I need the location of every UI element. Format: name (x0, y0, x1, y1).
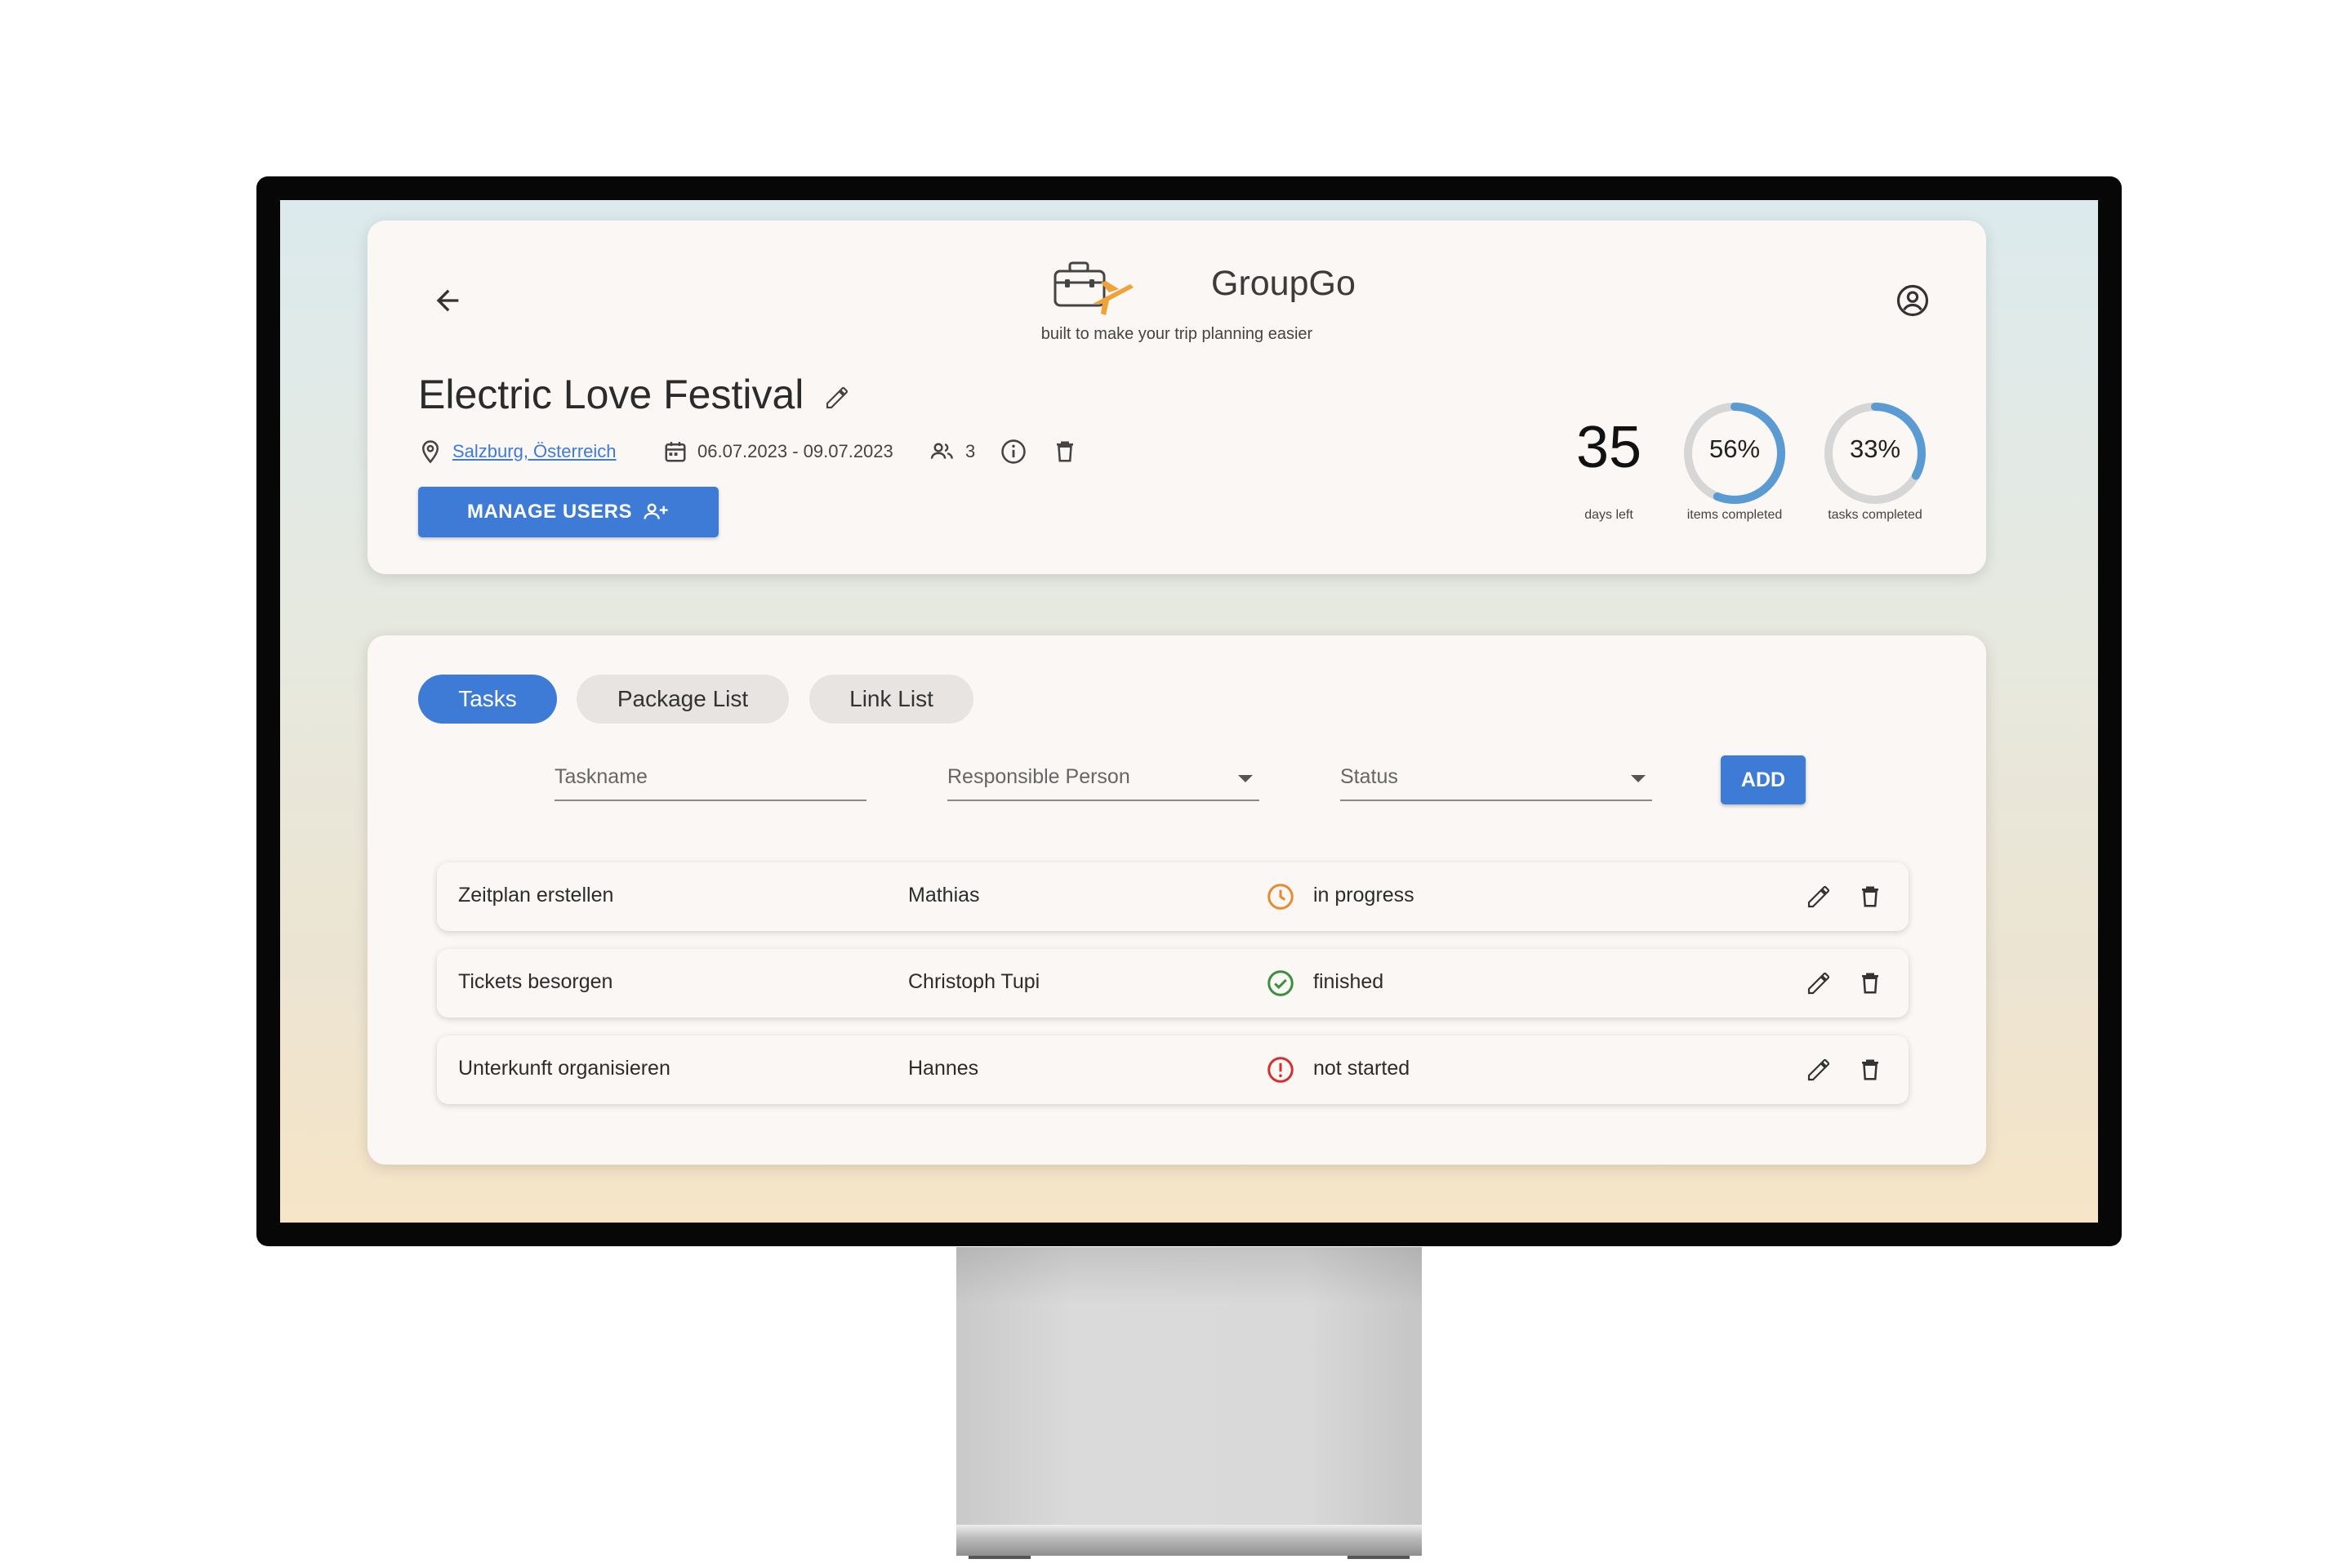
participants-count: 3 (965, 441, 976, 461)
check-circle-icon (1267, 970, 1294, 996)
info-icon (1001, 439, 1026, 464)
items-completed-label: items completed (1686, 508, 1783, 522)
account-button[interactable] (1890, 278, 1936, 323)
delete-task-button[interactable] (1854, 1054, 1886, 1086)
tab-package-list[interactable]: Package List (577, 675, 789, 724)
trash-icon (1057, 441, 1073, 462)
status-select[interactable]: Status (1340, 755, 1652, 801)
pencil-icon (1807, 972, 1830, 995)
monitor-stand-base (956, 1525, 1422, 1556)
calendar-icon (665, 442, 686, 462)
days-left-label: days left (1584, 508, 1633, 522)
task-name: Unterkunft organisieren (458, 1057, 670, 1080)
task-row: Zeitplan erstellen Mathias in progress (437, 862, 1909, 931)
items-completed-value: 56% (1708, 434, 1761, 463)
pencil-icon (826, 386, 849, 409)
delete-task-button[interactable] (1854, 880, 1886, 913)
trash-icon (1862, 973, 1878, 994)
edit-task-button[interactable] (1802, 880, 1835, 913)
task-row: Unterkunft organisieren Hannes not start… (437, 1036, 1909, 1104)
info-button[interactable] (997, 435, 1030, 468)
task-status: not started (1313, 1057, 1410, 1080)
alert-circle-icon (1267, 1057, 1294, 1083)
caret-down-icon (1631, 775, 1646, 782)
dates-text: 06.07.2023 - 09.07.2023 (697, 441, 893, 461)
delete-task-button[interactable] (1854, 967, 1886, 1000)
arrow-left-icon (436, 289, 459, 312)
app-name: GroupGo (1211, 264, 1356, 303)
trip-location: Salzburg, Österreich (418, 435, 617, 468)
suitcase-plane-icon (1054, 261, 1134, 315)
edit-task-button[interactable] (1802, 967, 1835, 1000)
pencil-icon (1807, 885, 1830, 908)
delete-trip-button[interactable] (1049, 435, 1081, 468)
people-icon (930, 443, 953, 459)
pencil-icon (1807, 1058, 1830, 1081)
taskname-placeholder: Taskname (555, 765, 648, 788)
app-screen: GroupGo built to make your trip planning… (280, 200, 2098, 1223)
tab-link-list[interactable]: Link List (809, 675, 973, 724)
task-name: Zeitplan erstellen (458, 884, 614, 906)
account-circle-icon (1896, 284, 1929, 317)
task-person: Christoph Tupi (908, 970, 1040, 993)
location-pin-icon (421, 440, 439, 464)
app-tagline: built to make your trip planning easier (1040, 325, 1313, 343)
trip-participants: 3 (929, 435, 975, 468)
task-status: in progress (1313, 884, 1414, 906)
tasks-completed-value: 33% (1849, 434, 1901, 463)
add-task-button[interactable]: ADD (1721, 755, 1806, 804)
status-placeholder: Status (1340, 765, 1398, 788)
trash-icon (1862, 886, 1878, 907)
trash-icon (1862, 1059, 1878, 1080)
days-left-value: 35 (1575, 415, 1642, 480)
responsible-person-select[interactable]: Responsible Person (947, 755, 1259, 801)
task-status: finished (1313, 970, 1384, 993)
task-person: Hannes (908, 1057, 979, 1080)
back-button[interactable] (425, 278, 470, 323)
trip-header-card: GroupGo built to make your trip planning… (368, 220, 1986, 574)
tab-label: Package List (617, 686, 749, 711)
edit-task-button[interactable] (1802, 1054, 1835, 1086)
monitor-foot-left (969, 1556, 1031, 1559)
tab-tasks[interactable]: Tasks (418, 675, 557, 724)
add-person-icon (644, 503, 668, 519)
tasks-completed-label: tasks completed (1828, 508, 1922, 522)
trip-dates: 06.07.2023 - 09.07.2023 (663, 435, 893, 468)
monitor-stand (956, 1247, 1422, 1533)
trip-title: Electric Love Festival (418, 372, 804, 417)
edit-title-button[interactable] (821, 381, 853, 414)
manage-users-button[interactable]: MANAGE USERS (418, 487, 719, 537)
caret-down-icon (1238, 775, 1253, 782)
manage-users-label: MANAGE USERS (466, 501, 633, 523)
task-name: Tickets besorgen (458, 970, 613, 993)
location-link[interactable]: Salzburg, Österreich (452, 441, 617, 462)
responsible-person-placeholder: Responsible Person (947, 765, 1130, 788)
monitor-foot-right (1348, 1556, 1410, 1559)
tab-label: Tasks (458, 686, 517, 711)
task-row: Tickets besorgen Christoph Tupi finished (437, 949, 1909, 1018)
clock-icon (1267, 884, 1294, 910)
tasks-card: Tasks Package List Link List Taskname Re… (368, 635, 1986, 1165)
tab-label: Link List (849, 686, 933, 711)
task-person: Mathias (908, 884, 980, 906)
taskname-input[interactable]: Taskname (555, 755, 866, 801)
